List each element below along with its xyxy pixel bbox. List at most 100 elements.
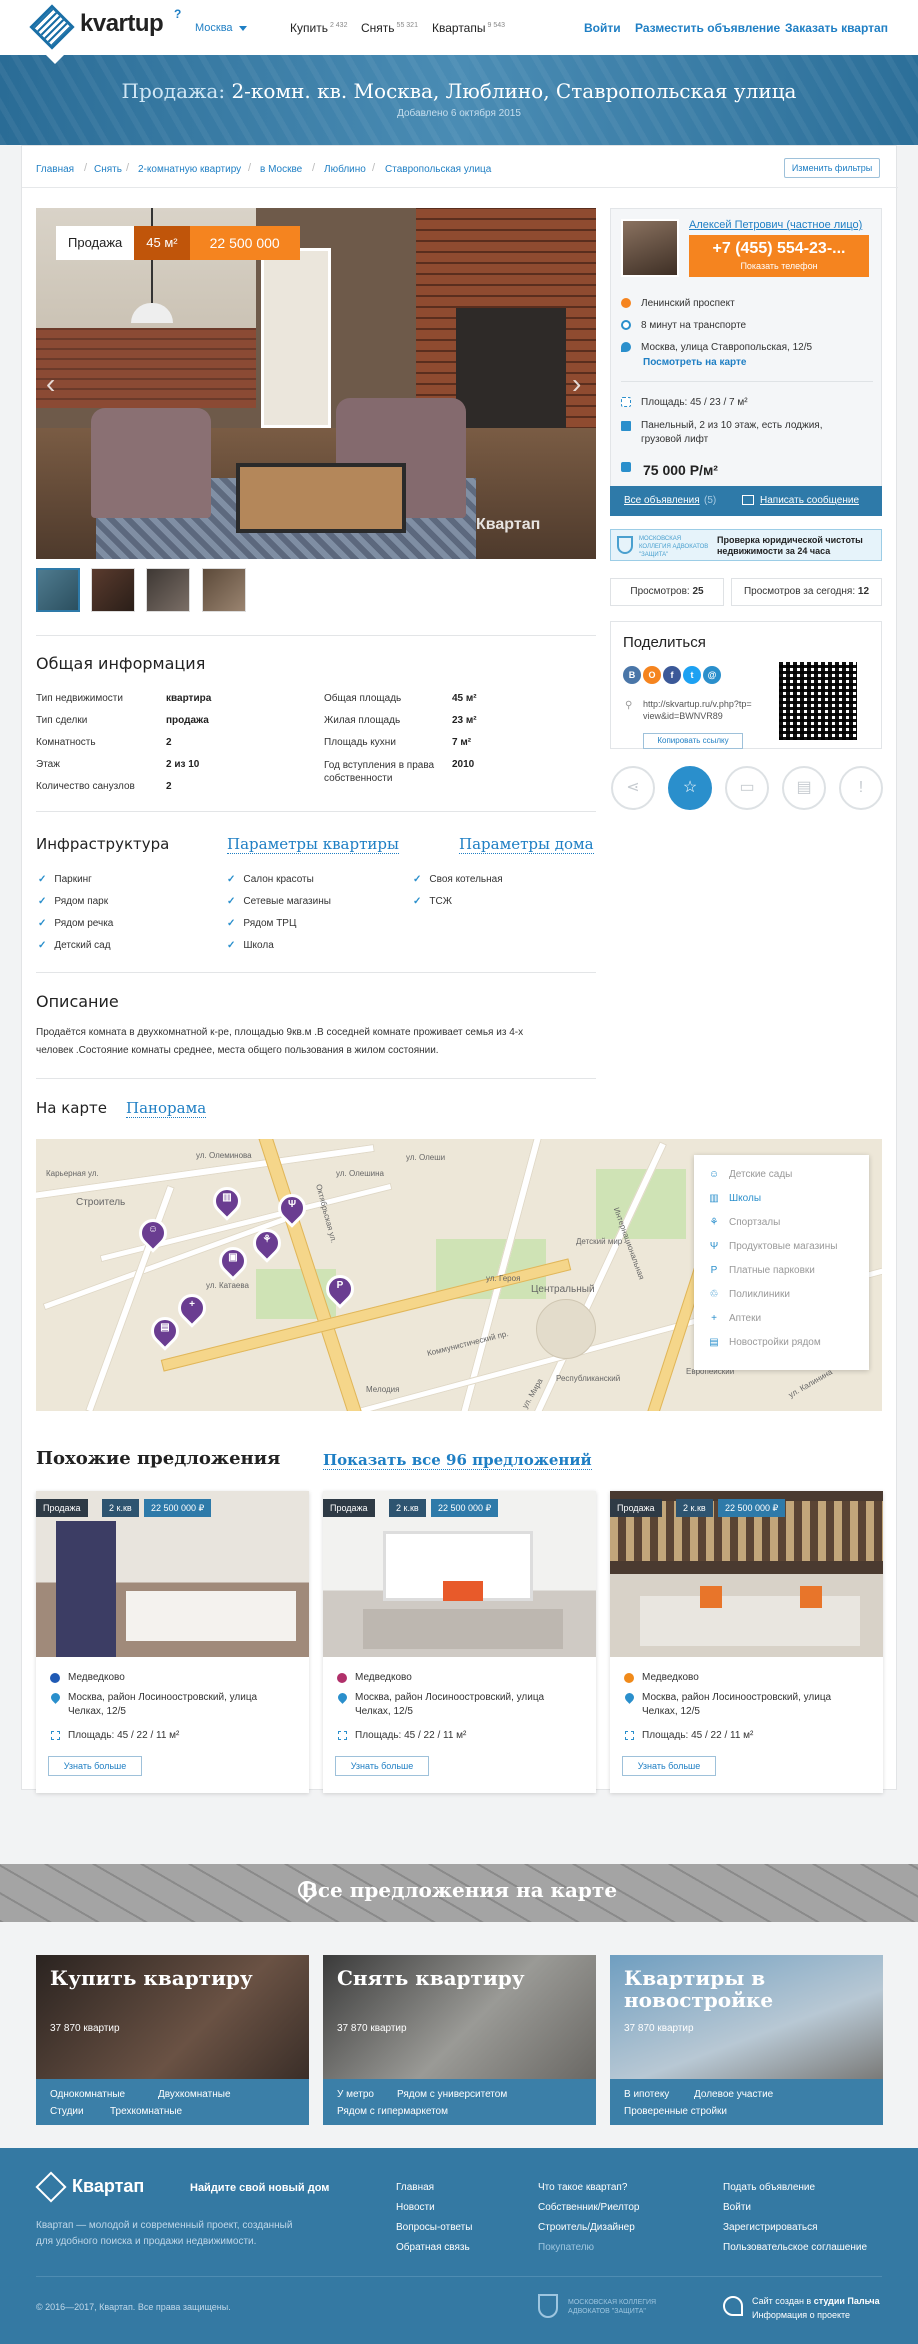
tab-apartment-params[interactable]: Параметры квартиры bbox=[227, 835, 399, 854]
logo[interactable]: kvartup ? bbox=[29, 4, 186, 50]
category-link[interactable]: Трехкомнатные bbox=[110, 2106, 182, 2117]
category-link[interactable]: Рядом с университетом bbox=[397, 2089, 507, 2100]
write-message-link[interactable]: Написать сообщение bbox=[760, 495, 859, 506]
nav-rent[interactable]: Снять 55 321 bbox=[361, 21, 418, 35]
category-link[interactable]: Однокомнатные bbox=[50, 2089, 125, 2100]
view-on-map-link[interactable]: Посмотреть на карте bbox=[643, 357, 747, 368]
map-pin-pharmacy[interactable]: + bbox=[172, 1288, 212, 1328]
category-link[interactable]: Студии bbox=[50, 2106, 84, 2117]
footer-link[interactable]: Покупателю bbox=[538, 2242, 594, 2253]
crumb-rent[interactable]: Снять bbox=[94, 164, 122, 175]
city-selector[interactable]: Москва bbox=[195, 22, 247, 34]
feature-item: Рядом ТРЦ bbox=[227, 918, 296, 929]
category-buy[interactable]: Купить квартиру 37 870 квартир Однокомна… bbox=[36, 1955, 309, 2125]
nav-kvartups[interactable]: Квартапы 9 543 bbox=[432, 21, 505, 35]
ads-count: (5) bbox=[704, 495, 717, 506]
tab-infrastructure[interactable]: Инфраструктура bbox=[36, 835, 169, 853]
map-pin-shop[interactable]: Ψ bbox=[272, 1188, 312, 1228]
map-pin-kindergarten[interactable]: ☺ bbox=[133, 1213, 173, 1253]
map-pin-parking[interactable]: P bbox=[320, 1269, 360, 1309]
legend-item[interactable]: + Аптеки bbox=[711, 1313, 761, 1324]
legend-item[interactable]: ▥ Школы bbox=[709, 1193, 761, 1204]
legend-item[interactable]: ☺ Детские сады bbox=[709, 1169, 792, 1180]
category-new-buildings[interactable]: Квартиры в новостройке 37 870 квартир В … bbox=[610, 1955, 883, 2125]
legend-item[interactable]: ♲ Поликлиники bbox=[710, 1289, 790, 1300]
footer-link[interactable]: Главная bbox=[396, 2182, 434, 2193]
thumbnail-3[interactable] bbox=[146, 568, 190, 612]
similar-card[interactable]: Продажа 2 к.кв 22 500 000 ₽ Медведково М… bbox=[323, 1491, 596, 1793]
legend-item[interactable]: Ψ Продуктовые магазины bbox=[710, 1241, 838, 1252]
login-link[interactable]: Войти bbox=[584, 21, 621, 35]
legend-item[interactable]: P Платные парковки bbox=[711, 1265, 815, 1276]
map-pin-sport[interactable]: ⚘ bbox=[247, 1223, 287, 1263]
crumb-city[interactable]: в Москве bbox=[260, 164, 302, 175]
order-kvartup-link[interactable]: Заказать квартап bbox=[785, 21, 888, 35]
legend-item[interactable]: ▤ Новостройки рядом bbox=[709, 1337, 820, 1348]
studio-link[interactable]: студии Пальча bbox=[814, 2296, 880, 2306]
legend-item[interactable]: ⚘ Спортзалы bbox=[710, 1217, 781, 1228]
footer-link[interactable]: Подать объявление bbox=[723, 2182, 815, 2193]
project-info-link[interactable]: Информация о проекте bbox=[752, 2310, 850, 2320]
all-offers-map-banner[interactable]: Все предложения на карте bbox=[0, 1864, 918, 1922]
crumb-home[interactable]: Главная bbox=[36, 164, 74, 175]
copy-link-button[interactable]: Копировать ссылку bbox=[643, 733, 743, 749]
car-icon[interactable]: ▭ bbox=[725, 766, 769, 810]
thumbnail-4[interactable] bbox=[202, 568, 246, 612]
learn-more-button[interactable]: Узнать больше bbox=[622, 1756, 716, 1776]
thumbnail-2[interactable] bbox=[91, 568, 135, 612]
footer-link[interactable]: Что такое квартап? bbox=[538, 2182, 627, 2193]
share-icon[interactable]: ⋖ bbox=[611, 766, 655, 810]
twitter-icon[interactable]: t bbox=[683, 666, 701, 684]
learn-more-button[interactable]: Узнать больше bbox=[335, 1756, 429, 1776]
footer-link[interactable]: Обратная связь bbox=[396, 2242, 470, 2253]
crumb-district[interactable]: Люблино bbox=[324, 164, 366, 175]
crumb-street[interactable]: Ставропольская улица bbox=[385, 164, 491, 175]
footer-link[interactable]: Вопросы-ответы bbox=[396, 2222, 472, 2233]
category-link[interactable]: Долевое участие bbox=[694, 2089, 773, 2100]
odnoklassniki-icon[interactable]: О bbox=[643, 666, 661, 684]
category-link[interactable]: В ипотеку bbox=[624, 2089, 669, 2100]
vk-icon[interactable]: В bbox=[623, 666, 641, 684]
footer-link[interactable]: Пользовательское соглашение bbox=[723, 2242, 867, 2253]
facebook-icon[interactable]: f bbox=[663, 666, 681, 684]
category-link[interactable]: Проверенные стройки bbox=[624, 2106, 727, 2117]
footer-logo-text[interactable]: Квартап bbox=[72, 2176, 144, 2197]
category-link[interactable]: Рядом с гипермаркетом bbox=[337, 2106, 448, 2117]
category-link[interactable]: Двухкомнатные bbox=[158, 2089, 231, 2100]
tab-panorama[interactable]: Панорама bbox=[126, 1099, 207, 1118]
star-icon[interactable]: ☆ bbox=[668, 766, 712, 810]
change-filters-button[interactable]: Изменить фильтры bbox=[784, 158, 880, 178]
note-icon[interactable]: ▤ bbox=[782, 766, 826, 810]
agent-name[interactable]: Алексей Петрович (частное лицо) bbox=[689, 219, 862, 231]
show-all-similar-link[interactable]: Показать все 96 предложений bbox=[323, 1451, 592, 1470]
footer-link[interactable]: Строитель/Дизайнер bbox=[538, 2222, 635, 2233]
tab-on-map[interactable]: На карте bbox=[36, 1099, 107, 1117]
prev-photo-icon[interactable]: ‹ bbox=[46, 368, 55, 400]
category-rent[interactable]: Снять квартиру 37 870 квартир У метро Ря… bbox=[323, 1955, 596, 2125]
footer-link[interactable]: Собственник/Риелтор bbox=[538, 2202, 639, 2213]
email-icon[interactable]: @ bbox=[703, 666, 721, 684]
map-pin-school[interactable]: ▥ bbox=[207, 1181, 247, 1221]
footer-link[interactable]: Зарегистрироваться bbox=[723, 2222, 818, 2233]
all-ads-link[interactable]: Все объявления bbox=[624, 495, 700, 506]
tab-house-params[interactable]: Параметры дома bbox=[459, 835, 594, 854]
crumb-rooms[interactable]: 2-комнатную квартиру bbox=[138, 164, 241, 175]
learn-more-button[interactable]: Узнать больше bbox=[48, 1756, 142, 1776]
next-photo-icon[interactable]: › bbox=[572, 368, 581, 400]
feature-item: Детский сад bbox=[38, 940, 110, 951]
footer-link[interactable]: Войти bbox=[723, 2202, 751, 2213]
main-photo[interactable]: Продажа 45 м² 22 500 000 ‹ › Квартап bbox=[36, 208, 596, 559]
thumbnail-1[interactable] bbox=[36, 568, 80, 612]
footer-link[interactable]: Новости bbox=[396, 2202, 435, 2213]
category-link[interactable]: У метро bbox=[337, 2089, 374, 2100]
views-count: 25 bbox=[692, 586, 704, 597]
nav-buy[interactable]: Купить 2 432 bbox=[290, 21, 347, 35]
legal-check-banner[interactable]: МОСКОВСКАЯ КОЛЛЕГИЯ АДВОКАТОВ "ЗАЩИТА" П… bbox=[610, 529, 882, 561]
similar-card[interactable]: Продажа 2 к.кв 22 500 000 ₽ Медведково М… bbox=[36, 1491, 309, 1793]
post-ad-link[interactable]: Разместить объявление bbox=[635, 21, 780, 35]
map-pin-shop[interactable]: ▣ bbox=[213, 1241, 253, 1281]
alert-icon[interactable]: ! bbox=[839, 766, 883, 810]
similar-card[interactable]: Продажа 2 к.кв 22 500 000 ₽ Медведково М… bbox=[610, 1491, 883, 1793]
show-phone-button[interactable]: +7 (455) 554-23-... Показать телефон bbox=[689, 235, 869, 277]
map-pin-building[interactable]: ▤ bbox=[145, 1311, 185, 1351]
